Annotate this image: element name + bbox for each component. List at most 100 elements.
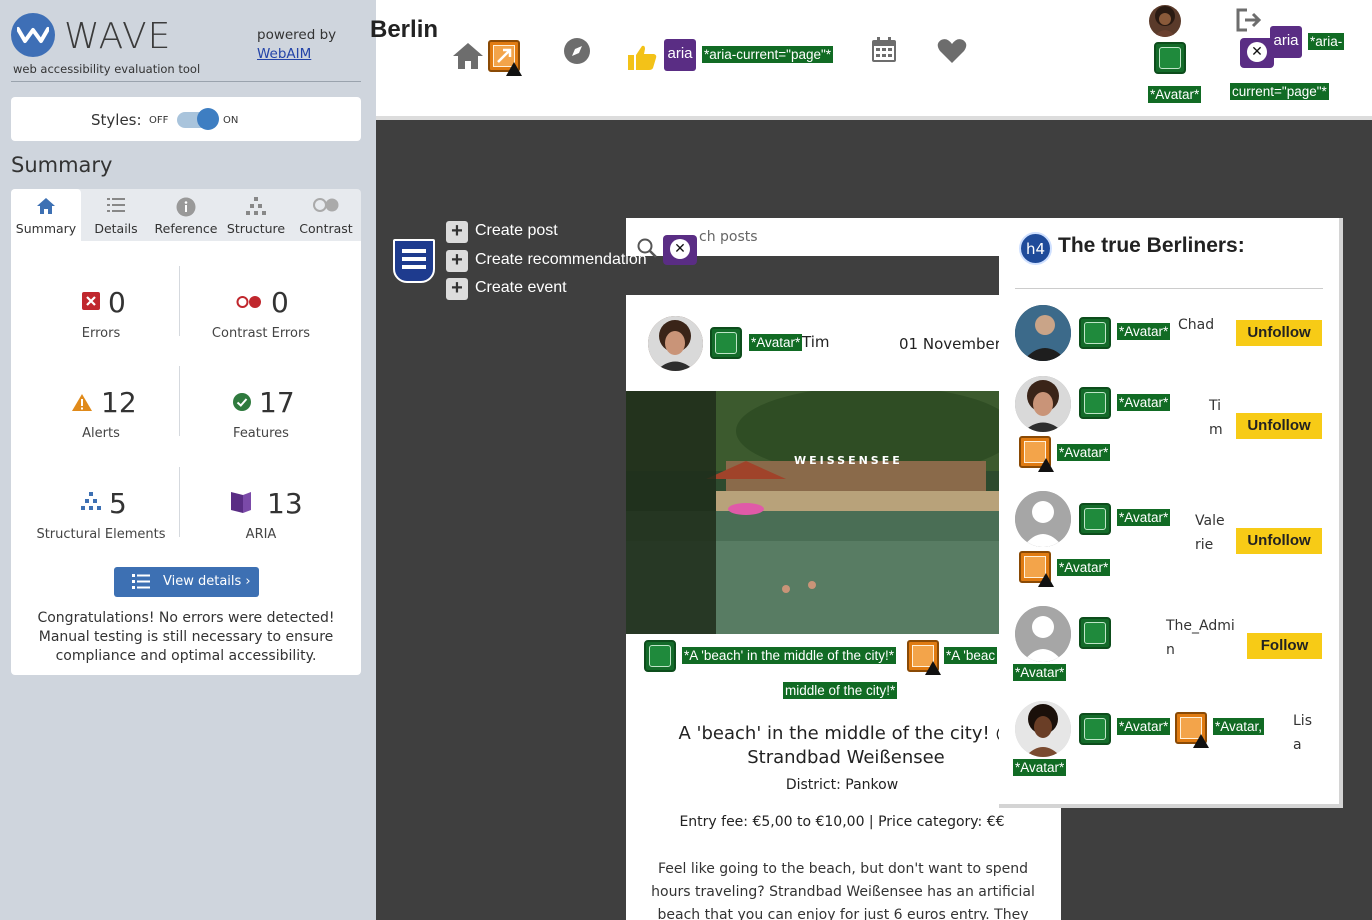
linked-image-icon (710, 327, 742, 359)
heading-h4-icon: h4 (1019, 232, 1052, 265)
contrast-error-icon (236, 294, 262, 313)
stat-errors: 0 Errors (21, 286, 181, 346)
avatar[interactable] (1015, 491, 1071, 547)
aria-current-tag: current="page"* (1230, 83, 1329, 100)
tab-contrast[interactable]: Contrast (291, 189, 361, 241)
tab-label: Reference (154, 221, 218, 236)
stat-alerts: 12 Alerts (21, 386, 181, 446)
styles-toggle-box: Styles: OFF ON (11, 97, 361, 141)
user-avatar[interactable] (1149, 5, 1181, 37)
post-district: District: Pankow (785, 777, 899, 793)
aria-label: ARIA (245, 527, 277, 542)
wave-sidebar: WAVE web accessibility evaluation tool p… (0, 0, 376, 920)
person-name[interactable]: Vale (1195, 509, 1225, 533)
wave-tabs: Summary Details Reference Structure Cont… (11, 189, 361, 241)
webaim-link[interactable]: WebAIM (257, 46, 311, 62)
contrast-errors-label: Contrast Errors (211, 326, 311, 341)
aria-icon: aria (664, 39, 696, 71)
unfollow-button[interactable]: Unfollow (1236, 413, 1322, 439)
aria-current-tag: *aria- (1308, 33, 1345, 50)
home-icon (36, 197, 56, 218)
alerts-label: Alerts (82, 426, 120, 441)
calendar-icon[interactable] (870, 36, 898, 68)
structure-icon (80, 492, 102, 516)
powered-by-text: powered by (257, 27, 337, 43)
alt-text-tag: *A 'beach' in the middle of the city!* (682, 647, 897, 664)
plus-icon: + (446, 221, 468, 243)
post-card: *Avatar* Tim 01 November, WEISSENSEE *A … (626, 295, 1061, 920)
wave-subtitle: web accessibility evaluation tool (13, 62, 201, 76)
person-name[interactable]: n (1166, 638, 1175, 662)
info-icon (176, 197, 196, 220)
stat-structural: 5 Structural Elements (21, 487, 181, 547)
plus-icon: + (446, 278, 468, 300)
features-count: 17 (259, 386, 295, 419)
avatar-tag: *Avatar* (749, 334, 803, 351)
person-name[interactable]: m (1209, 418, 1223, 442)
contrast-errors-count: 0 (271, 286, 289, 319)
site-brand[interactable]: Berlin (370, 16, 438, 44)
home-icon[interactable] (452, 42, 484, 74)
header-border (376, 116, 1372, 120)
aria-icon: aria (1270, 26, 1302, 58)
structural-count: 5 (109, 487, 127, 520)
divider (1015, 288, 1323, 289)
avatar-tag: *Avatar* (1057, 444, 1111, 461)
post-author-name[interactable]: Tim (802, 333, 829, 351)
tab-label: Contrast (299, 221, 353, 236)
tab-summary[interactable]: Summary (11, 189, 81, 241)
person-name[interactable]: Chad (1178, 313, 1214, 337)
avatar-tag: *Avatar, (1213, 718, 1265, 735)
create-recommendation-label: Create recommendation (475, 251, 647, 268)
avatar[interactable] (1015, 701, 1071, 757)
avatar[interactable] (1015, 606, 1071, 662)
linked-image-icon (644, 640, 676, 672)
logout-icon[interactable] (1235, 8, 1263, 36)
post-title: A 'beach' in the middle of the city! @ S… (678, 723, 1014, 768)
alt-text-tag: *A 'beac (944, 647, 998, 664)
person-name[interactable]: Ti (1209, 394, 1221, 418)
errors-label: Errors (81, 326, 121, 341)
document-icon (393, 239, 435, 283)
avatar[interactable] (1015, 376, 1071, 432)
styles-label: Styles: (91, 111, 142, 129)
post-image[interactable]: WEISSENSEE (626, 391, 999, 634)
thumbs-up-icon[interactable] (627, 43, 657, 75)
post-fee: Entry fee: €5,00 to €10,00 | Price categ… (679, 814, 1005, 830)
unfollow-button[interactable]: Unfollow (1236, 528, 1322, 554)
styles-toggle-knob[interactable] (197, 108, 219, 130)
linked-image-icon (1079, 317, 1111, 349)
plus-icon: + (446, 250, 468, 272)
wave-title: WAVE (64, 16, 172, 57)
wave-header: WAVE web accessibility evaluation tool p… (0, 0, 376, 82)
unfollow-button[interactable]: Unfollow (1236, 320, 1322, 346)
structural-label: Structural Elements (36, 527, 166, 542)
heart-icon[interactable] (937, 38, 967, 68)
stat-features: 17 Features (181, 386, 341, 446)
avatar-tag: *Avatar* (1013, 759, 1067, 776)
search-placeholder: ch posts (699, 229, 758, 245)
summary-panel: 0 Errors 0 Contrast Errors 12 Alerts 17 … (11, 241, 361, 675)
tab-reference[interactable]: Reference (151, 189, 221, 241)
tab-details[interactable]: Details (81, 189, 151, 241)
follow-button[interactable]: Follow (1247, 633, 1322, 659)
aria-current-tag: *aria-current="page"* (702, 46, 834, 63)
congrats-message: Congratulations! No errors were detected… (37, 610, 335, 664)
person-name[interactable]: a (1293, 733, 1302, 757)
avatar-tag: *Avatar* (1117, 323, 1171, 340)
tab-label: Structure (226, 221, 286, 236)
person-name[interactable]: The_Admi (1166, 614, 1235, 638)
avatar[interactable] (1015, 305, 1071, 361)
linked-image-icon (1079, 503, 1111, 535)
post-author-avatar[interactable] (648, 316, 703, 371)
tab-label: Summary (15, 221, 77, 236)
person-name[interactable]: Lis (1293, 709, 1312, 733)
summary-heading: Summary (11, 153, 113, 177)
compass-icon[interactable] (563, 37, 591, 69)
tab-structure[interactable]: Structure (221, 189, 291, 241)
person-name[interactable]: rie (1195, 533, 1213, 557)
warning-icon (506, 62, 522, 76)
view-details-button[interactable]: View details › (114, 567, 259, 597)
alt-text-tag: middle of the city!* (783, 682, 898, 699)
tab-label: Details (94, 221, 138, 236)
